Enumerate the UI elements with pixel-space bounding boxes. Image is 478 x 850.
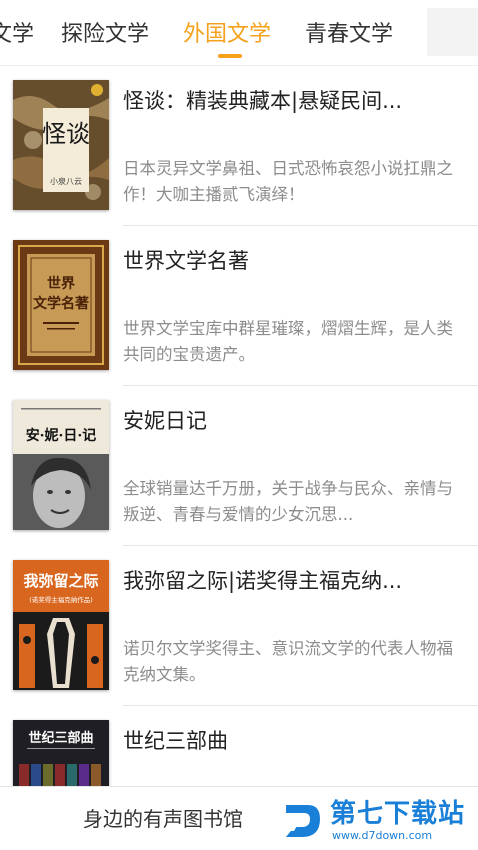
book-item-as-i-lay-dying[interactable]: 我弥留之际 (诺奖得主福克纳作品) 我弥留之际|诺奖得主福克纳... 诺贝尔文学… [0,546,478,706]
book-item-kwaidan[interactable]: 怪谈 小泉八云 怪谈：精装典藏本|悬疑民间... 日本灵异文学鼻祖、日式恐怖哀怨… [0,66,478,226]
svg-text:我弥留之际: 我弥留之际 [23,572,98,590]
svg-text:世纪三部曲: 世纪三部曲 [28,730,93,746]
book-item-world-literature[interactable]: 世界 文学名著 世界文学名著 世界文学宝库中群星璀璨，熠熠生辉，是人类共同的宝贵… [0,226,478,386]
svg-text:世界: 世界 [47,275,76,292]
watermark-logo-icon [286,805,320,837]
book-description: 日本灵异文学鼻祖、日式恐怖哀怨小说扛鼎之作！大咖主播贰飞演绎！ [123,159,453,204]
cover-title-text: 怪谈 [42,120,90,148]
category-tab-bar: 文学 探险文学 外国文学 青春文学 [0,0,478,66]
tab-more-button[interactable] [427,8,478,56]
app-slogan: 身边的有声图书馆 [83,807,243,831]
book-item-anne-diary[interactable]: 安·妮·日·记 安妮日记 全球销量达千万册，关于战争与民众、亲情与叛逆、青春与爱… [0,386,478,546]
tab-adventure-literature[interactable]: 探险文学 [61,20,149,50]
bottom-bar: 身边的有声图书馆 第七下载站 www.d7down.com [0,786,478,850]
watermark-url: www.d7down.com [332,829,433,842]
book-description: 世界文学宝库中群星璀璨，熠熠生辉，是人类共同的宝贵遗产。 [123,319,453,364]
book-description: 诺贝尔文学奖得主、意识流文学的代表人物福克纳文集。 [123,639,453,684]
active-tab-indicator [218,54,242,58]
tab-foreign-literature[interactable]: 外国文学 [183,20,271,50]
book-description: 全球销量达千万册，关于战争与民众、亲情与叛逆、青春与爱情的少女沉思... [123,479,453,524]
svg-text:小泉八云: 小泉八云 [50,176,82,186]
book-title: 怪谈：精装典藏本|悬疑民间... [123,89,403,113]
watermark-site-name: 第七下载站 [330,799,466,829]
book-cover-image: 世界 文学名著 [13,240,109,370]
book-title: 我弥留之际|诺奖得主福克纳... [123,569,403,593]
book-cover-image: 我弥留之际 (诺奖得主福克纳作品) [13,560,109,690]
svg-text:(诺奖得主福克纳作品): (诺奖得主福克纳作品) [29,595,93,604]
svg-text:安·妮·日·记: 安·妮·日·记 [26,427,97,444]
svg-text:文学名著: 文学名著 [33,295,89,312]
book-title: 安妮日记 [123,409,207,433]
tab-literature[interactable]: 文学 [0,20,34,50]
book-title: 世界文学名著 [123,249,249,273]
book-cover-image: 安·妮·日·记 [13,400,109,530]
tab-youth-literature[interactable]: 青春文学 [305,20,393,50]
book-cover-image: 怪谈 小泉八云 [13,80,109,210]
book-title: 世纪三部曲 [123,729,228,753]
